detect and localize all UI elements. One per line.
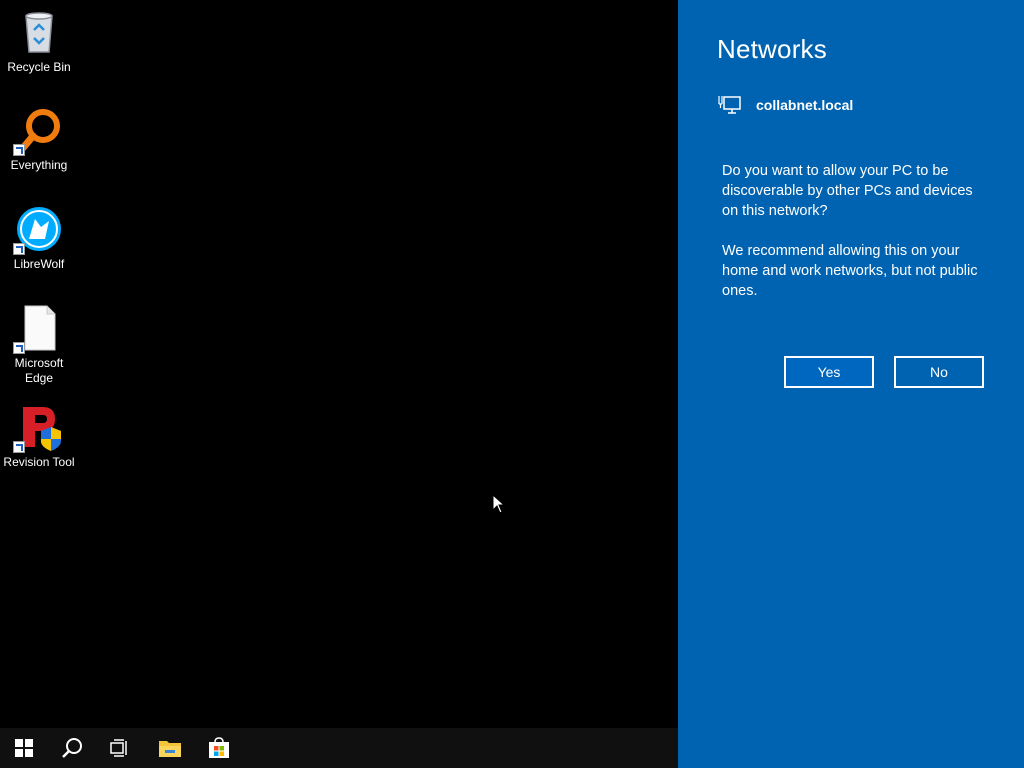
desktop-icon-revision-tool[interactable]: Revision Tool (0, 403, 78, 470)
search-icon (62, 738, 82, 758)
desktop-icon-microsoft-edge[interactable]: Microsoft Edge (0, 304, 78, 386)
network-name: collabnet.local (756, 97, 854, 113)
desktop-icon-label: Everything (10, 158, 68, 172)
shortcut-arrow-icon (13, 441, 25, 453)
desktop-icon-label: Recycle Bin (7, 60, 71, 74)
yes-button[interactable]: Yes (784, 356, 874, 388)
blank-file-icon (13, 304, 63, 354)
microsoft-store-icon (209, 737, 229, 758)
desktop-icon-everything[interactable]: Everything (0, 106, 78, 173)
revision-tool-icon (13, 403, 63, 453)
prompt-question: Do you want to allow your PC to be disco… (722, 163, 973, 219)
ethernet-icon (718, 96, 741, 114)
desktop-icon-label: Microsoft Edge (14, 356, 64, 385)
no-button[interactable]: No (894, 356, 984, 388)
prompt-recommendation: We recommend allowing this on your home … (722, 243, 978, 299)
mouse-cursor-icon (492, 493, 506, 519)
start-icon (15, 739, 33, 757)
search-button[interactable] (48, 728, 96, 768)
everything-search-icon (13, 106, 63, 156)
recycle-bin-icon (15, 8, 63, 56)
task-view-button[interactable] (96, 728, 144, 768)
file-explorer-button[interactable] (146, 728, 194, 768)
desktop-icon-label: Revision Tool (3, 455, 75, 469)
shortcut-arrow-icon (13, 243, 25, 255)
microsoft-store-button[interactable] (195, 728, 243, 768)
network-entry: collabnet.local (718, 94, 853, 116)
task-view-icon (110, 739, 127, 757)
flyout-title: Networks (717, 34, 827, 64)
desktop-icon-librewolf[interactable]: LibreWolf (0, 205, 78, 272)
networks-flyout: Networks collabnet.local Do you want to … (678, 0, 1024, 768)
start-button[interactable] (0, 728, 48, 768)
discoverability-prompt: Do you want to allow your PC to be disco… (722, 161, 992, 321)
shortcut-arrow-icon (13, 144, 25, 156)
librewolf-icon (13, 205, 63, 255)
file-explorer-icon (159, 741, 181, 757)
desktop-icon-label: LibreWolf (13, 257, 65, 271)
taskbar (0, 728, 678, 768)
desktop-icon-recycle-bin[interactable]: Recycle Bin (0, 8, 78, 75)
shortcut-arrow-icon (13, 342, 25, 354)
